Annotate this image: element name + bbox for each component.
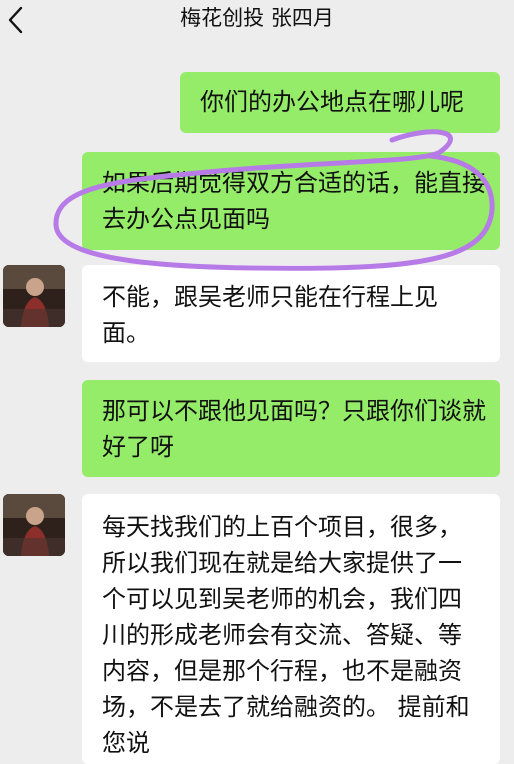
message-bubble-sent[interactable]: 如果后期觉得双方合适的话，能直接去办公点见面吗	[82, 152, 500, 250]
message-bubble-sent[interactable]: 那可以不跟他见面吗？只跟你们谈就好了呀	[82, 380, 500, 477]
avatar-photo	[3, 494, 65, 556]
message-bubble-sent[interactable]: 你们的办公地点在哪儿呢	[180, 72, 500, 133]
contact-avatar[interactable]	[3, 265, 65, 327]
bubble-tail	[499, 174, 500, 188]
bubble-tail	[82, 516, 83, 530]
bubble-tail	[499, 94, 500, 108]
message-text: 不能，跟吴老师只能在行程上见面。	[102, 283, 438, 347]
message-text: 如果后期觉得双方合适的话，能直接去办公点见面吗	[102, 169, 486, 233]
message-text: 每天找我们的上百个项目，很多， 所以我们现在就是给大家提供了一个可以见到吴老师的…	[102, 513, 470, 757]
message-text: 那可以不跟他见面吗？只跟你们谈就好了呀	[102, 397, 486, 461]
bubble-tail	[82, 287, 83, 301]
contact-avatar[interactable]	[3, 494, 65, 556]
bubble-tail	[499, 402, 500, 416]
avatar-photo	[3, 265, 65, 327]
message-text: 你们的办公地点在哪儿呢	[200, 88, 464, 116]
message-bubble-received[interactable]: 每天找我们的上百个项目，很多， 所以我们现在就是给大家提供了一个可以见到吴老师的…	[82, 494, 500, 764]
chat-title: 梅花创投 张四月	[180, 6, 334, 30]
message-bubble-received[interactable]: 不能，跟吴老师只能在行程上见面。	[82, 265, 500, 362]
chat-header: 梅花创投 张四月	[0, 0, 514, 40]
